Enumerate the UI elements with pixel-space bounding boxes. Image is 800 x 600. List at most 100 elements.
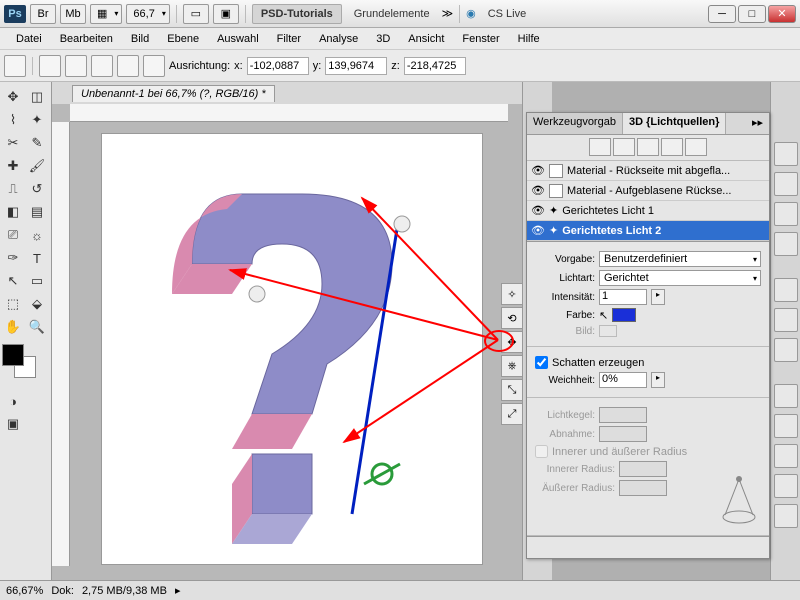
- type-tool[interactable]: T: [26, 247, 48, 269]
- vertical-ruler[interactable]: [52, 122, 70, 566]
- light-filter[interactable]: [661, 138, 683, 156]
- collapsed-panel-icon[interactable]: [774, 444, 798, 468]
- 3d-rotate-icon[interactable]: ⟲: [501, 307, 523, 329]
- screenmode-tool[interactable]: ▣: [2, 413, 24, 435]
- arrange-button[interactable]: ▭: [183, 4, 209, 24]
- minibridge-button[interactable]: Mb: [60, 4, 86, 24]
- pen-tool[interactable]: ✑: [2, 247, 24, 269]
- menu-filter[interactable]: Filter: [269, 31, 309, 47]
- 3d-scale-icon[interactable]: ⤢: [501, 403, 523, 425]
- menu-fenster[interactable]: Fenster: [454, 31, 507, 47]
- heal-tool[interactable]: ✚: [2, 155, 24, 177]
- collapsed-panel-icon[interactable]: [774, 504, 798, 528]
- workspace-link[interactable]: Grundelemente: [346, 8, 438, 20]
- list-item[interactable]: 👁✦Gerichtetes Licht 1: [527, 201, 769, 221]
- move-tool[interactable]: ✥: [2, 86, 24, 108]
- visibility-icon[interactable]: 👁: [531, 184, 545, 198]
- eyedropper-tool[interactable]: ✎: [26, 132, 48, 154]
- y-value[interactable]: 139,9674: [325, 57, 387, 75]
- horizontal-ruler[interactable]: [70, 104, 508, 122]
- history-tool[interactable]: ↺: [26, 178, 48, 200]
- document-tab[interactable]: Unbenannt-1 bei 66,7% (?, RGB/16) *: [72, 85, 275, 102]
- screen-mode-button[interactable]: ▣: [213, 4, 239, 24]
- shape-tool[interactable]: ▭: [26, 270, 48, 292]
- 3d-mode-3[interactable]: [91, 55, 113, 77]
- lighttype-dropdown[interactable]: Gerichtet: [599, 270, 761, 286]
- lasso-tool[interactable]: ⌇: [2, 109, 24, 131]
- menu-analyse[interactable]: Analyse: [311, 31, 366, 47]
- maximize-button[interactable]: □: [738, 5, 766, 23]
- dodge-tool[interactable]: ☼: [26, 224, 48, 246]
- tool-preset-icon[interactable]: [4, 55, 26, 77]
- panel-menu-icon[interactable]: ▸▸: [746, 113, 769, 134]
- zoom-tool[interactable]: 🔍: [26, 316, 48, 338]
- minimize-button[interactable]: ─: [708, 5, 736, 23]
- blur-tool[interactable]: ⎚: [2, 224, 24, 246]
- expand-icon[interactable]: ≫: [442, 7, 454, 20]
- x-value[interactable]: -102,0887: [247, 57, 309, 75]
- softness-stepper[interactable]: ▸: [651, 372, 665, 388]
- menu-bild[interactable]: Bild: [123, 31, 157, 47]
- 3d-slide-icon[interactable]: ⤡: [501, 379, 523, 401]
- 3d-cam-tool[interactable]: ⬙: [26, 293, 48, 315]
- 3d-mode-2[interactable]: [65, 55, 87, 77]
- collapsed-panel-icon[interactable]: [774, 338, 798, 362]
- fg-color[interactable]: [2, 344, 24, 366]
- brush-tool[interactable]: 🖌: [26, 155, 48, 177]
- delete-light-icon[interactable]: [746, 540, 766, 556]
- new-light-icon[interactable]: [722, 540, 742, 556]
- color-swatches[interactable]: [2, 344, 42, 384]
- collapsed-panel-icon[interactable]: [774, 414, 798, 438]
- hand-tool[interactable]: ✋: [2, 316, 24, 338]
- 3d-mode-5[interactable]: [143, 55, 165, 77]
- marquee-tool[interactable]: ◫: [26, 86, 48, 108]
- collapsed-panel-icon[interactable]: [774, 278, 798, 302]
- menu-datei[interactable]: Datei: [8, 31, 50, 47]
- 3d-pan-icon[interactable]: ✥: [501, 331, 523, 353]
- intensity-stepper[interactable]: ▸: [651, 289, 665, 305]
- 3d-filter-icon[interactable]: ✧: [501, 283, 523, 305]
- visibility-icon[interactable]: 👁: [531, 204, 545, 218]
- crop-tool[interactable]: ✂: [2, 132, 24, 154]
- close-button[interactable]: ✕: [768, 5, 796, 23]
- collapsed-panel-icon[interactable]: [774, 172, 798, 196]
- path-tool[interactable]: ↖: [2, 270, 24, 292]
- view-mode-dropdown[interactable]: ▦: [90, 4, 122, 24]
- scene-filter[interactable]: [589, 138, 611, 156]
- mesh-filter[interactable]: [613, 138, 635, 156]
- menu-hilfe[interactable]: Hilfe: [510, 31, 548, 47]
- menu-auswahl[interactable]: Auswahl: [209, 31, 267, 47]
- menu-bearbeiten[interactable]: Bearbeiten: [52, 31, 121, 47]
- shadow-checkbox[interactable]: [535, 356, 548, 369]
- stamp-tool[interactable]: ⎍: [2, 178, 24, 200]
- preset-dropdown[interactable]: Benutzerdefiniert: [599, 251, 761, 267]
- 3d-light-icon[interactable]: ⎈: [501, 355, 523, 377]
- list-item[interactable]: 👁Material - Aufgeblasene Rückse...: [527, 181, 769, 201]
- 3d-mode-1[interactable]: [39, 55, 61, 77]
- zoom-dropdown[interactable]: 66,7: [126, 4, 169, 24]
- menu-3d[interactable]: 3D: [368, 31, 398, 47]
- presets-tab[interactable]: Werkzeugvorgab: [527, 113, 623, 134]
- canvas[interactable]: [102, 134, 482, 564]
- gradient-tool[interactable]: ▤: [26, 201, 48, 223]
- cslive-link[interactable]: CS Live: [480, 8, 535, 20]
- list-item[interactable]: 👁✦Gerichtetes Licht 2: [527, 221, 769, 241]
- eraser-tool[interactable]: ◧: [2, 201, 24, 223]
- quickmask-tool[interactable]: ◑: [2, 390, 24, 412]
- intensity-input[interactable]: 1: [599, 289, 647, 305]
- visibility-icon[interactable]: 👁: [531, 164, 545, 178]
- status-menu-icon[interactable]: ▸: [175, 584, 181, 597]
- brand-link[interactable]: PSD-Tutorials: [252, 4, 342, 24]
- z-value[interactable]: -218,4725: [404, 57, 466, 75]
- collapsed-panel-icon[interactable]: [774, 202, 798, 226]
- collapsed-panel-icon[interactable]: [774, 474, 798, 498]
- light-bulb-filter[interactable]: [685, 138, 707, 156]
- 3d-tool[interactable]: ⬚: [2, 293, 24, 315]
- list-item[interactable]: 👁Material - Rückseite mit abgefla...: [527, 161, 769, 181]
- collapsed-panel-icon[interactable]: [774, 142, 798, 166]
- collapsed-panel-icon[interactable]: [774, 308, 798, 332]
- menu-ebene[interactable]: Ebene: [159, 31, 207, 47]
- softness-input[interactable]: 0%: [599, 372, 647, 388]
- menu-ansicht[interactable]: Ansicht: [400, 31, 452, 47]
- toggle-lights-icon[interactable]: [698, 540, 718, 556]
